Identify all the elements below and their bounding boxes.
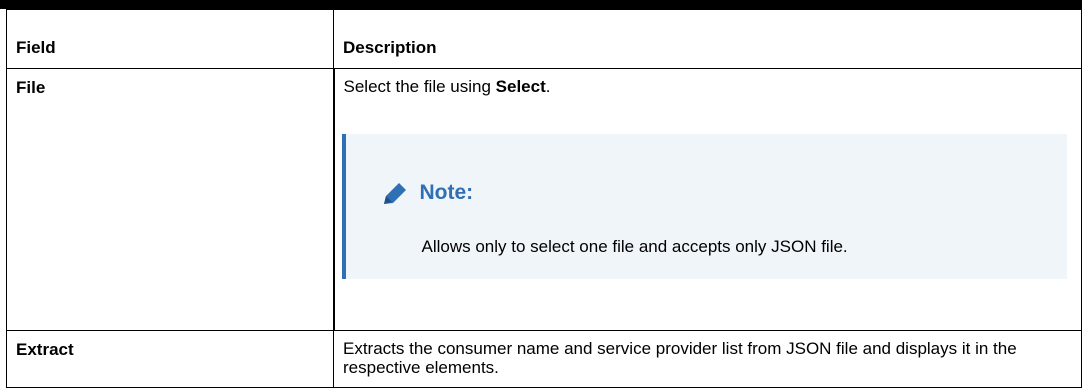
note-title: Note:	[419, 181, 474, 204]
description-cell-extract: Extracts the consumer name and service p…	[333, 330, 1082, 388]
field-description-table: Field Description File Select the file u…	[6, 9, 1082, 388]
description-column-header: Description	[333, 9, 1082, 69]
note-header: Note:	[382, 181, 474, 205]
file-description: Select the file using Select.	[343, 77, 551, 96]
table-row: File Select the file using Select. Note:…	[6, 68, 1082, 331]
note-callout: Note: Allows only to select one file and…	[341, 134, 1067, 279]
field-column-header: Field	[6, 9, 334, 69]
table-row: Extract Extracts the consumer name and s…	[6, 330, 1082, 388]
note-text: Allows only to select one file and accep…	[421, 237, 848, 256]
extract-description: Extracts the consumer name and service p…	[343, 339, 1017, 377]
pencil-icon	[382, 181, 408, 205]
table-header-row: Field Description	[6, 9, 1082, 69]
description-cell-file: Select the file using Select. Note: Allo…	[332, 68, 1082, 331]
select-keyword: Select	[495, 77, 546, 96]
field-cell-extract: Extract	[6, 330, 334, 388]
top-rule	[0, 0, 1082, 9]
field-cell-file: File	[6, 68, 334, 331]
